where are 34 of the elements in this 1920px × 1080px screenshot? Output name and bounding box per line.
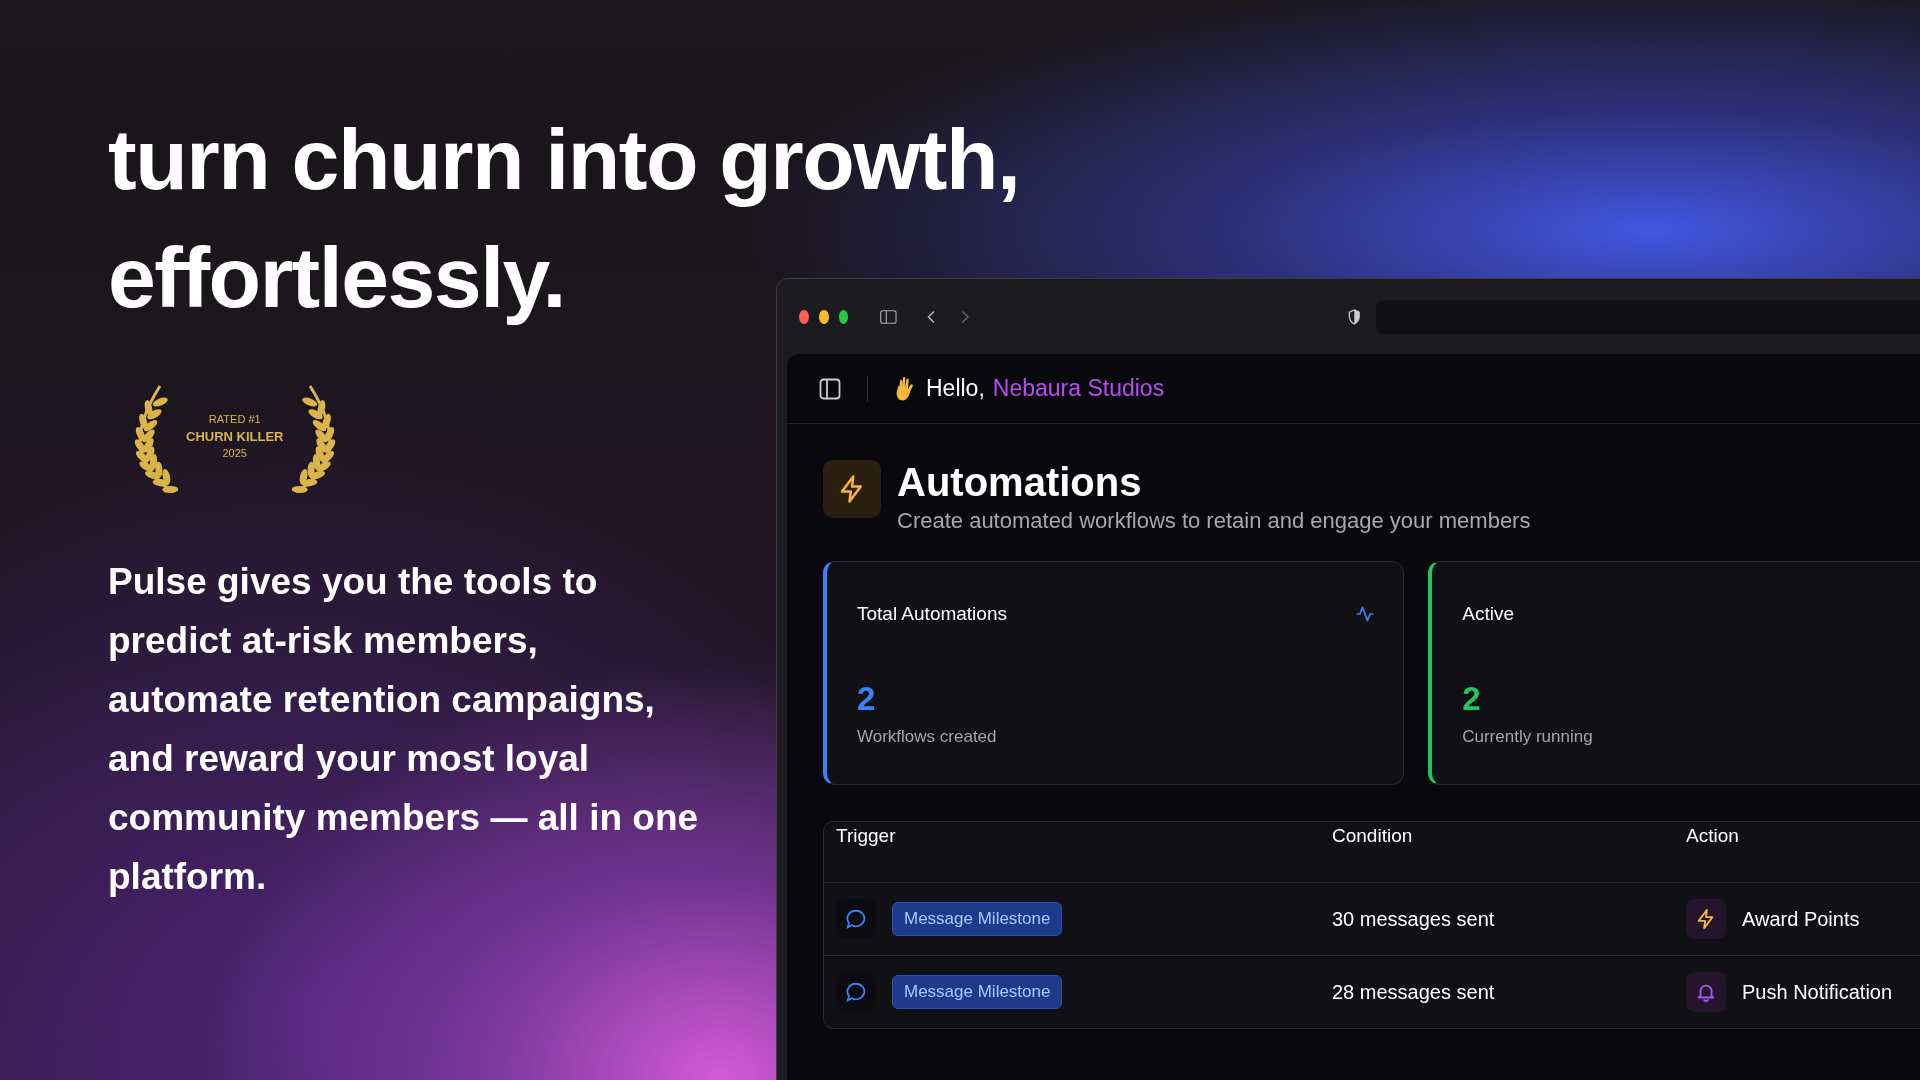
sidebar-toggle-icon[interactable] bbox=[819, 377, 841, 400]
close-icon[interactable] bbox=[799, 309, 809, 324]
column-header: Trigger bbox=[835, 824, 897, 848]
page-title: Automations bbox=[897, 460, 1143, 504]
user-name[interactable]: Nebaura Studios bbox=[992, 371, 1165, 406]
bolt-icon bbox=[1686, 899, 1726, 939]
action-text: Push Notification bbox=[1742, 980, 1893, 1005]
condition-cell-text: 30 messages sent bbox=[1331, 907, 1496, 932]
headline: turn churn into growth, bbox=[108, 110, 1020, 209]
page-subtitle: Create automated workflows to retain and engage your members bbox=[897, 507, 1531, 535]
greeting-text: Hello, bbox=[926, 374, 985, 404]
column-header: Condition bbox=[1331, 824, 1414, 848]
stat-caption: Workflows created bbox=[857, 726, 998, 749]
stat-title: Active bbox=[1462, 602, 1514, 626]
headline: effortlessly. bbox=[108, 228, 565, 327]
maximize-icon[interactable] bbox=[838, 309, 849, 324]
chat-bubble-icon bbox=[836, 899, 876, 939]
award-text: RATED #1 bbox=[207, 411, 262, 427]
award-title: CHURN KILLER bbox=[186, 427, 284, 446]
description-text: Pulse gives you the tools to predict at-risk members, automate retention campaigns, and reward your most loyal community members — all in one platform. bbox=[108, 560, 700, 899]
stat-value: 2 bbox=[857, 678, 877, 719]
bolt-icon bbox=[823, 460, 881, 518]
award-year: 2025 bbox=[221, 446, 248, 462]
bell-icon bbox=[1686, 972, 1726, 1012]
trigger-tag: Message Milestone bbox=[892, 975, 1063, 1009]
stat-value: 2 bbox=[1462, 678, 1482, 719]
trigger-tag: Message Milestone bbox=[892, 902, 1063, 936]
stat-title: Total Automations bbox=[857, 602, 1007, 626]
column-header: Action bbox=[1685, 824, 1740, 848]
stat-caption: Currently running bbox=[1462, 726, 1594, 749]
chat-bubble-icon bbox=[836, 972, 876, 1012]
minimize-icon[interactable] bbox=[818, 309, 829, 324]
action-text: Award Points bbox=[1742, 907, 1860, 932]
condition-cell-text: 28 messages sent bbox=[1331, 980, 1496, 1005]
